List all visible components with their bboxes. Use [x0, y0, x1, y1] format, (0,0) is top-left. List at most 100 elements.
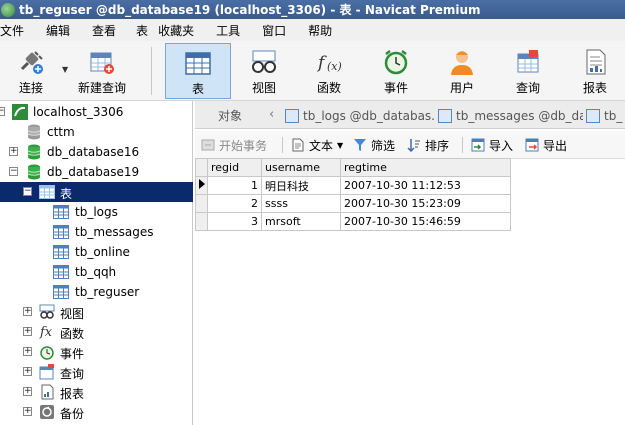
tree-item-table[interactable]: tb_messages: [0, 222, 193, 242]
tree-item-connection[interactable]: − localhost_3306: [0, 102, 193, 122]
row-selector[interactable]: [195, 176, 208, 195]
alarm-clock-icon: [381, 47, 411, 77]
view-glasses-icon: [249, 47, 279, 77]
begin-transaction-button[interactable]: 开始事务: [201, 136, 267, 154]
expand-icon[interactable]: +: [23, 347, 32, 356]
tab-label: tb_logs @db_databas...: [303, 108, 435, 123]
grid-corner: [195, 158, 208, 177]
expand-icon[interactable]: +: [23, 407, 32, 416]
tree-item-tables[interactable]: − 表: [0, 182, 193, 202]
tab-table[interactable]: tb_: [586, 103, 625, 128]
report-icon: [39, 384, 55, 400]
menu-edit[interactable]: 编辑: [34, 22, 80, 39]
row-selector[interactable]: [195, 194, 208, 213]
tree-item-reports[interactable]: + 报表: [0, 382, 193, 402]
tree-item-backups[interactable]: + 备份: [0, 402, 193, 422]
filter-button[interactable]: 筛选: [353, 136, 395, 154]
cell-username[interactable]: ssss: [261, 194, 341, 213]
table-row[interactable]: 3 mrsoft 2007-10-30 15:46:59: [195, 212, 511, 231]
function-button[interactable]: f (x) 函数: [305, 43, 353, 99]
menu-help[interactable]: 帮助: [296, 22, 342, 39]
table-icon: [53, 284, 69, 300]
tree-item-queries[interactable]: + 查询: [0, 362, 193, 382]
table-button[interactable]: 表: [165, 43, 231, 99]
view-button[interactable]: 视图: [240, 43, 288, 99]
expand-icon[interactable]: +: [23, 327, 32, 336]
tree-item-database[interactable]: cttm: [0, 122, 193, 142]
view-label: 视图: [251, 81, 276, 95]
event-button[interactable]: 事件: [372, 43, 420, 99]
column-header-regtime[interactable]: regtime: [340, 158, 511, 177]
table-icon: [53, 264, 69, 280]
menu-tools[interactable]: 工具: [204, 22, 250, 39]
table-label: tb_reguser: [75, 285, 140, 299]
new-query-button[interactable]: 新建查询: [74, 43, 130, 99]
tree-item-events[interactable]: + 事件: [0, 342, 193, 362]
table-icon: [53, 224, 69, 240]
table-icon: [183, 48, 213, 78]
menu-table[interactable]: 表: [126, 22, 158, 39]
collapse-icon[interactable]: −: [0, 107, 5, 116]
column-header-regid[interactable]: regid: [207, 158, 262, 177]
tree-item-functions[interactable]: + fx 函数: [0, 322, 193, 342]
query-button[interactable]: 查询: [504, 43, 552, 99]
tree-item-views[interactable]: + 视图: [0, 302, 193, 322]
tree-item-database[interactable]: + db_database16: [0, 142, 193, 162]
import-button[interactable]: 导入: [471, 136, 513, 154]
svg-text:fx: fx: [39, 325, 53, 339]
export-button[interactable]: 导出: [525, 136, 567, 154]
tab-table[interactable]: tb_messages @db_dat...: [438, 103, 583, 128]
connection-label: localhost_3306: [33, 105, 124, 119]
table-label: tb_messages: [75, 225, 154, 239]
toolbar-separator: [282, 137, 283, 153]
tree-item-table[interactable]: tb_logs: [0, 202, 193, 222]
main-toolbar: 连接 ▼ 新建查询 表 视图 f (x) 函数 事件 用户 查询 报表: [0, 41, 625, 101]
caret-down-icon: ▼: [337, 140, 344, 150]
menu-file[interactable]: 文件: [0, 22, 34, 39]
query-icon: [513, 47, 543, 77]
collapse-icon[interactable]: −: [9, 167, 18, 176]
report-button[interactable]: 报表: [572, 43, 618, 99]
cell-username[interactable]: mrsoft: [261, 212, 341, 231]
expand-icon[interactable]: +: [23, 307, 32, 316]
user-button[interactable]: 用户: [438, 43, 486, 99]
menu-view[interactable]: 查看: [80, 22, 126, 39]
query-label: 查询: [515, 81, 540, 95]
sort-button[interactable]: 排序: [407, 136, 449, 154]
menu-favorites[interactable]: 收藏夹: [158, 22, 204, 39]
table-label: 表: [191, 82, 204, 96]
cell-username[interactable]: 明日科技: [261, 176, 341, 195]
cell-regid[interactable]: 2: [207, 194, 262, 213]
expand-icon[interactable]: +: [9, 147, 18, 156]
text-button[interactable]: 文本 ▼: [291, 136, 343, 154]
mysql-connection-icon: [12, 104, 28, 120]
connect-button[interactable]: 连接: [6, 43, 56, 99]
expand-icon[interactable]: +: [23, 367, 32, 376]
tree-item-database[interactable]: − db_database19: [0, 162, 193, 182]
table-row[interactable]: 2 ssss 2007-10-30 15:23:09: [195, 194, 511, 213]
cell-regtime[interactable]: 2007-10-30 11:12:53: [340, 176, 511, 195]
export-label: 导出: [543, 138, 568, 153]
tree-item-table[interactable]: tb_qqh: [0, 262, 193, 282]
table-row[interactable]: 1 明日科技 2007-10-30 11:12:53: [195, 176, 511, 195]
tree-item-table[interactable]: tb_reguser: [0, 282, 193, 302]
tab-table[interactable]: tb_logs @db_databas...: [285, 103, 435, 128]
cell-regtime[interactable]: 2007-10-30 15:23:09: [340, 194, 511, 213]
tables-node-label: 表: [60, 187, 73, 201]
tree-item-table[interactable]: tb_online: [0, 242, 193, 262]
menu-window[interactable]: 窗口: [250, 22, 296, 39]
tab-objects[interactable]: 对象: [195, 103, 265, 128]
current-row-pointer-icon: [199, 179, 205, 189]
new-query-icon: [87, 47, 117, 77]
expand-icon[interactable]: +: [23, 387, 32, 396]
data-grid: regid username regtime 1 明日科技 2007-10-30…: [195, 158, 511, 231]
row-selector[interactable]: [195, 212, 208, 231]
collapse-icon[interactable]: −: [23, 187, 32, 196]
cell-regid[interactable]: 3: [207, 212, 262, 231]
column-header-username[interactable]: username: [261, 158, 341, 177]
cell-regtime[interactable]: 2007-10-30 15:46:59: [340, 212, 511, 231]
chevron-left-icon[interactable]: ‹: [269, 107, 281, 123]
cell-regid[interactable]: 1: [207, 176, 262, 195]
connect-dropdown-icon[interactable]: ▼: [62, 65, 68, 74]
toolbar-separator: [151, 47, 152, 95]
